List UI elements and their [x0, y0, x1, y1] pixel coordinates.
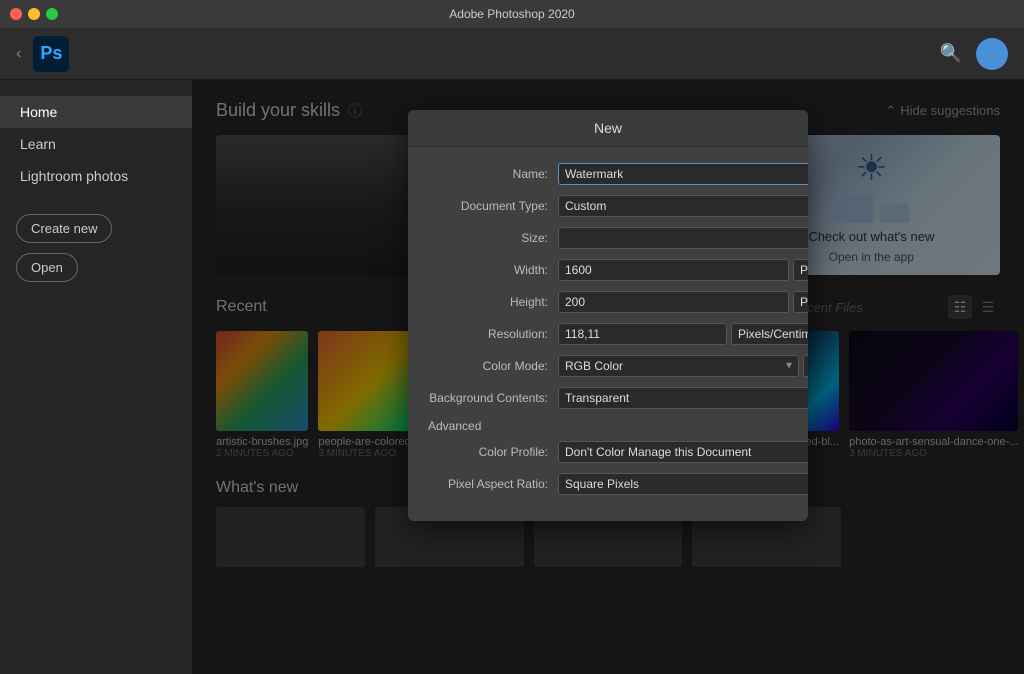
traffic-lights	[10, 8, 58, 20]
resolution-input[interactable]	[558, 323, 727, 345]
height-input-group: Pixels ▼	[558, 291, 808, 313]
background-wrapper: Transparent ▼	[558, 387, 808, 409]
background-row: Background Contents: Transparent ▼	[428, 387, 808, 409]
create-new-button[interactable]: Create new	[16, 214, 112, 243]
titlebar: Adobe Photoshop 2020	[0, 0, 1024, 28]
color-depth-wrapper: 8 bit ▼	[803, 355, 808, 377]
background-select[interactable]: Transparent	[558, 387, 808, 409]
pixel-ratio-label: Pixel Aspect Ratio:	[428, 477, 558, 491]
width-input[interactable]	[558, 259, 789, 281]
doc-type-select[interactable]: Custom	[558, 195, 808, 217]
width-label: Width:	[428, 263, 558, 277]
close-button[interactable]	[10, 8, 22, 20]
name-input[interactable]	[558, 163, 808, 185]
width-unit-wrapper: Pixels ▼	[793, 259, 808, 281]
open-button[interactable]: Open	[16, 253, 78, 282]
height-unit-wrapper: Pixels ▼	[793, 291, 808, 313]
dialog-form: Name: Document Type: Custom	[428, 163, 808, 505]
size-row: Size: ▼	[428, 227, 808, 249]
color-mode-select[interactable]: RGB Color	[558, 355, 799, 377]
sidebar-item-learn[interactable]: Learn	[0, 128, 192, 160]
sidebar-item-home[interactable]: Home	[0, 96, 192, 128]
background-input-group: Transparent ▼	[558, 387, 808, 409]
top-bar-left: ‹ Ps	[16, 36, 69, 72]
doc-type-row: Document Type: Custom ▼	[428, 195, 808, 217]
height-unit-select[interactable]: Pixels	[793, 291, 808, 313]
width-input-group: Pixels ▼	[558, 259, 808, 281]
background-label: Background Contents:	[428, 391, 558, 405]
pixel-ratio-wrapper: Square Pixels ▼	[558, 473, 808, 495]
dialog-body: Name: Document Type: Custom	[408, 147, 808, 521]
advanced-toggle[interactable]: Advanced	[428, 419, 808, 433]
minimize-button[interactable]	[28, 8, 40, 20]
pixel-ratio-row: Pixel Aspect Ratio: Square Pixels ▼	[428, 473, 808, 495]
color-depth-select[interactable]: 8 bit	[803, 355, 808, 377]
color-mode-wrapper: RGB Color ▼	[558, 355, 799, 377]
content-area: Build your skills ⓘ ⌃ Hide suggestions M…	[192, 80, 1024, 674]
color-profile-label: Color Profile:	[428, 445, 558, 459]
width-row: Width: Pixels ▼	[428, 259, 808, 281]
ps-logo: Ps	[33, 36, 69, 72]
color-mode-input-group: RGB Color ▼ 8 bit ▼	[558, 355, 808, 377]
resolution-unit-wrapper: Pixels/Centimeter ▼	[731, 323, 808, 345]
color-profile-wrapper: Don't Color Manage this Document ▼	[558, 441, 808, 463]
pixel-ratio-select[interactable]: Square Pixels	[558, 473, 808, 495]
sidebar: Home Learn Lightroom photos Create new O…	[0, 80, 192, 674]
width-unit-select[interactable]: Pixels	[793, 259, 808, 281]
color-mode-row: Color Mode: RGB Color ▼	[428, 355, 808, 377]
sidebar-item-lightroom[interactable]: Lightroom photos	[0, 160, 192, 192]
back-button[interactable]: ‹	[16, 45, 21, 63]
name-row: Name:	[428, 163, 808, 185]
height-label: Height:	[428, 295, 558, 309]
name-label: Name:	[428, 167, 558, 181]
advanced-section: Advanced Color Profile: Don't Color Mana…	[428, 419, 808, 495]
main-area: Home Learn Lightroom photos Create new O…	[0, 80, 1024, 674]
dialog-title: New	[408, 110, 808, 147]
app-layout: ‹ Ps 🔍 Home Learn Lightroom photos Creat…	[0, 28, 1024, 674]
doc-type-label: Document Type:	[428, 199, 558, 213]
resolution-unit-select[interactable]: Pixels/Centimeter	[731, 323, 808, 345]
height-input[interactable]	[558, 291, 789, 313]
color-profile-row: Color Profile: Don't Color Manage this D…	[428, 441, 808, 463]
resolution-label: Resolution:	[428, 327, 558, 341]
resolution-row: Resolution: Pixels/Centimeter ▼	[428, 323, 808, 345]
color-mode-label: Color Mode:	[428, 359, 558, 373]
avatar[interactable]	[976, 38, 1008, 70]
size-select-wrapper: ▼	[558, 227, 808, 249]
new-dialog: New Name: Document Type:	[408, 110, 808, 521]
maximize-button[interactable]	[46, 8, 58, 20]
resolution-input-group: Pixels/Centimeter ▼	[558, 323, 808, 345]
color-profile-select[interactable]: Don't Color Manage this Document	[558, 441, 808, 463]
size-select[interactable]	[558, 227, 808, 249]
top-bar: ‹ Ps 🔍	[0, 28, 1024, 80]
window-title: Adobe Photoshop 2020	[449, 7, 574, 21]
doc-type-select-wrapper: Custom ▼	[558, 195, 808, 217]
size-label: Size:	[428, 231, 558, 245]
height-row: Height: Pixels ▼	[428, 291, 808, 313]
modal-overlay: New Name: Document Type:	[192, 80, 1024, 674]
top-bar-right: 🔍	[940, 38, 1008, 70]
search-icon[interactable]: 🔍	[940, 43, 962, 64]
